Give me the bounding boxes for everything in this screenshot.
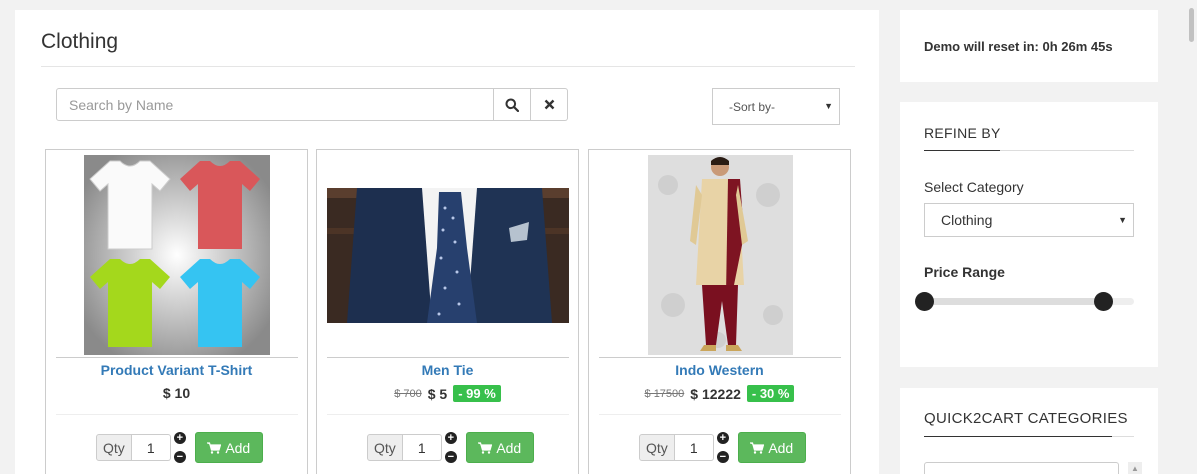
product-listing-panel: Clothing -Sort by- ▼ Product Variant T-S… <box>15 10 879 474</box>
categories-heading: QUICK2CART CATEGORIES <box>924 410 1128 427</box>
title-divider <box>41 66 855 67</box>
price-min-handle[interactable] <box>915 292 934 311</box>
quantity-input[interactable] <box>131 434 171 461</box>
refine-divider-accent <box>924 150 1000 151</box>
quantity-input[interactable] <box>402 434 442 461</box>
product-card: Product Variant T-Shirt $ 10 Qty + − Add <box>45 149 308 474</box>
price-range-fill <box>924 298 1104 305</box>
search-icon <box>505 98 519 112</box>
refine-by-heading: REFINE BY <box>924 125 1001 141</box>
price-max-handle[interactable] <box>1094 292 1113 311</box>
category-selected-value: Clothing <box>941 212 993 228</box>
add-to-cart-button[interactable]: Add <box>737 432 806 463</box>
minus-icon[interactable]: − <box>173 451 186 463</box>
qty-divider <box>56 414 298 415</box>
add-button-label: Add <box>496 439 522 456</box>
product-name-link[interactable]: Men Tie <box>317 362 578 378</box>
minus-icon[interactable]: − <box>716 451 729 463</box>
image-divider <box>327 357 569 358</box>
qty-row: Qty + − Add <box>639 432 806 463</box>
image-divider <box>599 357 841 358</box>
qty-label: Qty <box>367 434 403 461</box>
quantity-stepper: + − <box>444 432 457 463</box>
original-price: $ 700 <box>394 387 422 400</box>
categories-divider-accent <box>924 436 1112 437</box>
sort-select[interactable]: -Sort by- ▼ <box>712 88 840 125</box>
add-to-cart-button[interactable]: Add <box>465 432 534 463</box>
product-card: Indo Western $ 17500 $ 12222 - 30 % Qty … <box>588 149 851 474</box>
price-range-label: Price Range <box>924 264 1005 280</box>
scroll-up-icon[interactable]: ▲ <box>1128 462 1142 474</box>
refine-by-box: REFINE BY Select Category Clothing ▼ Pri… <box>900 102 1158 367</box>
quantity-stepper: + − <box>173 432 186 463</box>
product-name-link[interactable]: Indo Western <box>589 362 850 378</box>
quantity-stepper: + − <box>716 432 729 463</box>
categories-box: QUICK2CART CATEGORIES ▲ <box>900 388 1158 474</box>
qty-label: Qty <box>639 434 675 461</box>
page-title: Clothing <box>41 30 119 53</box>
cart-icon <box>207 441 222 454</box>
plus-icon[interactable]: + <box>444 432 457 444</box>
product-name-link[interactable]: Product Variant T-Shirt <box>46 362 307 378</box>
discount-badge: - 30 % <box>746 385 795 402</box>
qty-divider <box>327 414 569 415</box>
cart-icon <box>478 441 493 454</box>
close-icon <box>544 99 554 110</box>
qty-row: Qty + − Add <box>367 432 534 463</box>
select-category-label: Select Category <box>924 179 1024 195</box>
search-button[interactable] <box>494 88 531 121</box>
page-scrollbar[interactable] <box>1186 0 1197 474</box>
product-card: Men Tie $ 700 $ 5 - 99 % Qty + − Add <box>316 149 579 474</box>
product-price: $ 5 <box>427 385 448 402</box>
product-price: $ 12222 <box>690 385 741 402</box>
demo-reset-notice: Demo will reset in: 0h 26m 45s <box>924 39 1113 54</box>
qty-row: Qty + − Add <box>96 432 263 463</box>
plus-icon[interactable]: + <box>716 432 729 444</box>
product-image-tie[interactable] <box>327 155 569 355</box>
search-group <box>56 88 568 121</box>
price-row: $ 10 <box>46 385 307 401</box>
add-button-label: Add <box>768 439 794 456</box>
categories-list[interactable] <box>924 462 1119 474</box>
product-price: $ 10 <box>162 385 191 401</box>
price-row: $ 700 $ 5 - 99 % <box>317 385 578 402</box>
product-image-tshirts[interactable] <box>56 155 298 355</box>
quantity-input[interactable] <box>674 434 714 461</box>
discount-badge: - 99 % <box>453 385 501 402</box>
product-image-indo-western[interactable] <box>599 155 841 355</box>
category-select[interactable]: Clothing ▼ <box>924 203 1134 237</box>
plus-icon[interactable]: + <box>173 432 186 444</box>
minus-icon[interactable]: − <box>444 451 457 463</box>
qty-label: Qty <box>96 434 132 461</box>
chevron-down-icon: ▼ <box>1118 215 1127 225</box>
add-to-cart-button[interactable]: Add <box>194 432 263 463</box>
clear-search-button[interactable] <box>531 88 568 121</box>
search-input[interactable] <box>56 88 494 121</box>
scrollbar-thumb[interactable] <box>1189 8 1194 42</box>
cart-icon <box>750 441 765 454</box>
add-button-label: Add <box>225 439 251 456</box>
demo-reset-box: Demo will reset in: 0h 26m 45s <box>900 10 1158 82</box>
chevron-down-icon: ▼ <box>824 101 833 111</box>
price-range-slider[interactable] <box>915 292 1134 311</box>
original-price: $ 17500 <box>644 387 685 400</box>
qty-divider <box>599 414 841 415</box>
image-divider <box>56 357 298 358</box>
price-row: $ 17500 $ 12222 - 30 % <box>589 385 850 402</box>
sort-selected-value: -Sort by- <box>729 99 776 114</box>
